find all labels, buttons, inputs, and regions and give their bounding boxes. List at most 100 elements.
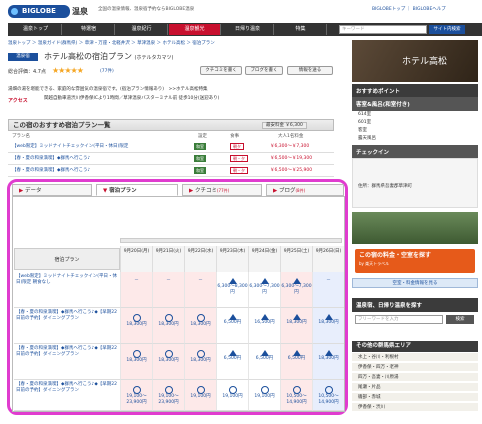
availability-cell[interactable]: 18,300円 bbox=[280, 308, 312, 344]
area-link[interactable]: 伊香保・四万・老神 bbox=[352, 363, 478, 372]
room-tag: 和室 bbox=[194, 143, 206, 150]
cell-price: 6,500円 bbox=[223, 320, 242, 325]
availability-cell[interactable]: 18,300円 bbox=[312, 344, 344, 380]
plan-name[interactable]: 【春・夏の和泉満喫】◆群馬へ行こう♪ bbox=[12, 153, 90, 165]
availability-cell[interactable]: 16,500円 bbox=[248, 308, 280, 344]
availability-cell[interactable]: 19,100～23,900円 bbox=[120, 380, 152, 411]
availability-cell[interactable]: 6,500円 bbox=[280, 344, 312, 380]
availability-cell[interactable]: 18,300円 bbox=[152, 344, 184, 380]
header-links[interactable]: BIGLOBEトップ ｜ BIGLOBEヘルプ bbox=[372, 6, 446, 12]
meal-tag: 朝・夕 bbox=[230, 155, 248, 162]
write-blog-button[interactable]: ブログを書く bbox=[245, 66, 283, 75]
tab-blog[interactable]: ▶ ブログ(8件) bbox=[266, 184, 344, 196]
tab-reviews[interactable]: ▶ クチコミ(77件) bbox=[182, 184, 262, 196]
availability-cell[interactable]: 19,100円 bbox=[184, 380, 216, 411]
calendar-plan-name[interactable]: 【春・夏の和泉満喫】◆群馬へ行こう♪◆【早期22日前の予約】ダイニングプラン bbox=[14, 308, 120, 344]
tab-data[interactable]: ▶ データ bbox=[12, 184, 92, 196]
site-search-button[interactable]: サイト内検索 bbox=[429, 25, 465, 34]
availability-cell[interactable]: 19,100～23,900円 bbox=[152, 380, 184, 411]
room-tag: 和室 bbox=[194, 155, 206, 162]
cell-price: 19,100円 bbox=[190, 394, 211, 399]
availability-cell[interactable]: 18,300円 bbox=[120, 344, 152, 380]
availability-cell[interactable]: 6,500円 bbox=[216, 344, 248, 380]
site-search-input[interactable]: キーワード bbox=[339, 25, 427, 34]
availability-cell[interactable]: 6,500円 bbox=[216, 308, 248, 344]
onsen-search-header: 温泉宿、日帰り温泉を探す bbox=[352, 298, 478, 312]
plan-row[interactable]: 【web限定】ミッドナイトチェックイン(平日・休日)限定 和室 朝夕 ￥6,30… bbox=[8, 141, 334, 153]
date-header: 9月26日(日) bbox=[312, 246, 344, 272]
availability-cell[interactable]: 6,300～7,300円 bbox=[248, 272, 280, 308]
write-review-button[interactable]: クチコミを書く bbox=[200, 66, 242, 75]
booking-link[interactable]: 空室・料金情報を見る bbox=[352, 278, 478, 288]
area-header: その他の群馬県エリア bbox=[352, 341, 478, 352]
available-icon bbox=[132, 350, 141, 358]
nav-higaeri[interactable]: 日帰り温泉 bbox=[222, 24, 274, 35]
date-header: 9月25日(土) bbox=[280, 246, 312, 272]
meal-tag: 朝・夕 bbox=[230, 167, 248, 174]
cell-price: 19,100～23,900円 bbox=[158, 394, 179, 405]
room-item: 601室 bbox=[358, 120, 372, 125]
availability-cell[interactable]: 18,300円 bbox=[184, 308, 216, 344]
send-info-button[interactable]: 情報を送る bbox=[287, 66, 333, 75]
plan-name[interactable]: 【春・夏の和泉満喫】◆群馬へ行こう♪ bbox=[12, 165, 90, 177]
availability-cell[interactable]: 18,300円 bbox=[152, 308, 184, 344]
calendar-plan-name[interactable]: 【春・夏の和泉満喫】◆群馬へ行こう♪◆【早期22日前の予約】ダイニングプラン bbox=[14, 380, 120, 411]
calendar-plan-name[interactable]: 【春・夏の和泉満喫】◆群馬へ行こう♪◆【早期22日前の予約】ダイニングプラン bbox=[14, 344, 120, 380]
available-icon bbox=[228, 386, 237, 394]
available-icon bbox=[164, 314, 173, 322]
plan-price: ￥6,300～￥7,300 bbox=[270, 144, 310, 149]
availability-cell: － bbox=[152, 272, 184, 308]
area-link[interactable]: 四万・吾妻・川原湯 bbox=[352, 373, 478, 382]
cell-price: 19,100～23,900円 bbox=[126, 394, 147, 405]
availability-cell[interactable]: 18,300円 bbox=[120, 308, 152, 344]
availability-cell[interactable]: 6,300～7,300円 bbox=[280, 272, 312, 308]
room-header: 客室&風呂(和室付き) bbox=[352, 97, 478, 111]
nav-tokushu[interactable]: 特集 bbox=[275, 24, 327, 35]
sidebar-search-button[interactable]: 検索 bbox=[446, 315, 474, 324]
availability-cell[interactable]: 19,100円 bbox=[248, 380, 280, 411]
availability-cell[interactable]: 18,300円 bbox=[184, 344, 216, 380]
date-header: 9月20日(月) bbox=[120, 246, 152, 272]
availability-cell[interactable]: 10,500～14,900円 bbox=[312, 380, 344, 411]
availability-cell[interactable]: 18,300円 bbox=[312, 308, 344, 344]
plan-name[interactable]: 【web限定】ミッドナイトチェックイン(平日・休日)限定 bbox=[12, 141, 128, 153]
breadcrumb[interactable]: 温泉トップ ＞ 温泉ガイド(群馬県) ＞ 草津・万座・北軽井沢 ＞ 草津温泉 ＞… bbox=[8, 40, 215, 46]
plan-row[interactable]: 【春・夏の和泉満喫】◆群馬へ行こう♪ 和室 朝・夕 ￥6,500～￥19,300 bbox=[8, 153, 334, 165]
area-link[interactable]: 磯部・赤城 bbox=[352, 393, 478, 402]
map-image[interactable] bbox=[352, 212, 478, 244]
booking-banner[interactable]: この宿の料金・空室を探す by 楽天トラベル bbox=[355, 249, 475, 273]
cell-price: 18,300円 bbox=[126, 358, 147, 363]
calendar-plan-name[interactable]: 【web限定】ミッドナイトチェックイン(平日・休日)限定 朝食なし bbox=[14, 272, 120, 308]
area-link[interactable]: 尾瀬・片品 bbox=[352, 383, 478, 392]
availability-cell[interactable]: 19,100円 bbox=[216, 380, 248, 411]
rating-stars: ★★★★★ bbox=[52, 66, 84, 75]
cell-price: 19,100円 bbox=[222, 394, 243, 399]
osusume-header: おすすめポイント bbox=[352, 84, 478, 98]
biglobe-logo[interactable]: BIGLOBE bbox=[8, 5, 70, 18]
cell-price: 19,100円 bbox=[254, 394, 275, 399]
date-header: 9月21日(火) bbox=[152, 246, 184, 272]
sidebar-search-input[interactable]: フリーワードを入力 bbox=[355, 315, 443, 324]
tab-plans[interactable]: ▼ 宿泊プラン bbox=[96, 184, 178, 196]
availability-cell[interactable]: 10,500～14,900円 bbox=[280, 380, 312, 411]
availability-cell[interactable]: 6,500円 bbox=[248, 344, 280, 380]
review-count[interactable]: (77件) bbox=[100, 68, 114, 74]
plan-columns: プラン名 設定 食事 大人1名料金 bbox=[8, 133, 334, 141]
area-link[interactable]: 水上・谷川・利根村 bbox=[352, 353, 478, 362]
cell-price: 18,300円 bbox=[126, 322, 147, 327]
plan-row[interactable]: 【春・夏の和泉満喫】◆群馬へ行こう♪ 和室 朝・夕 ￥6,500～￥25,900 bbox=[8, 165, 334, 177]
cell-price: 18,300円 bbox=[190, 358, 211, 363]
nav-onsen-top[interactable]: 温泉トップ bbox=[10, 24, 62, 35]
area-link[interactable]: 伊香保・渋川 bbox=[352, 403, 478, 412]
col-setting: 設定 bbox=[198, 134, 207, 139]
cell-price: 10,500～14,900円 bbox=[286, 394, 307, 405]
cell-price: 6,500円 bbox=[255, 356, 274, 361]
address: 住所：群馬県吾妻郡草津町 bbox=[358, 184, 412, 189]
availability-cell[interactable]: 6,300～8,300円 bbox=[216, 272, 248, 308]
cell-price: 18,300円 bbox=[158, 358, 179, 363]
nav-tokusen[interactable]: 特選宿 bbox=[63, 24, 115, 35]
nav-kikou[interactable]: 温泉紀行 bbox=[116, 24, 168, 35]
room-tag: 和室 bbox=[194, 167, 206, 174]
nav-kankou[interactable]: 温泉観光 bbox=[169, 24, 221, 35]
calendar-scrollbar[interactable] bbox=[120, 238, 342, 243]
